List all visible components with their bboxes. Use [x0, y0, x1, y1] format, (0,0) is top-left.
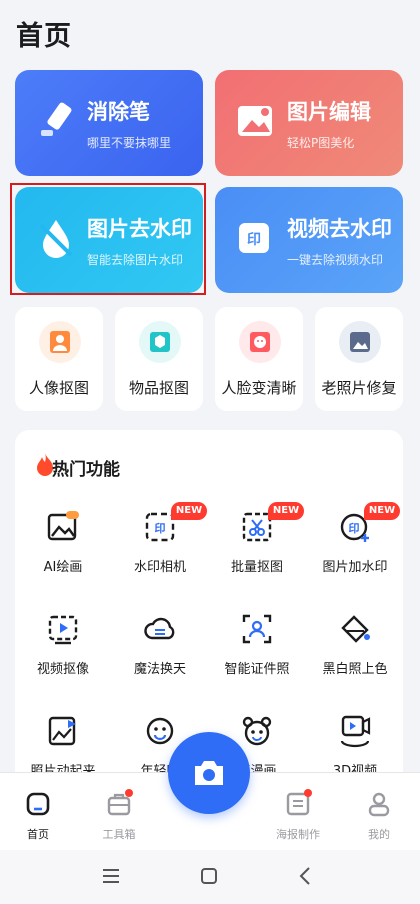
feature-video-cutout[interactable]: 视频抠像 [18, 612, 108, 702]
card-title: 消除笔 [87, 100, 150, 124]
quick-tool-label: 人像抠图 [28, 379, 89, 397]
old-photo-restore-icon [339, 321, 381, 363]
ai-paint-icon [47, 511, 79, 541]
feature-label: 智能证件照 [224, 662, 290, 677]
new-badge: NEW [268, 502, 304, 520]
portrait-cutout-icon [39, 321, 81, 363]
image-edit-icon [238, 106, 272, 136]
object-cutout-icon [139, 321, 181, 363]
eraser-pen-card[interactable]: 消除笔 哪里不要抹哪里 [15, 70, 203, 176]
quick-tool-label: 人脸变清晰 [221, 379, 297, 397]
recent-apps-icon[interactable] [101, 867, 121, 885]
feature-colorize[interactable]: 黑白照上色 [310, 612, 400, 702]
nav-toolbox[interactable]: 工具箱 [84, 790, 154, 842]
system-nav-bar [0, 850, 420, 904]
svg-text:印: 印 [247, 231, 261, 248]
quick-tool-portrait-cutout[interactable]: 人像抠图 [15, 307, 103, 411]
nav-label: 我的 [368, 828, 390, 841]
home-system-icon[interactable] [200, 867, 218, 885]
image-watermark-remove-card[interactable]: 图片去水印 智能去除图片水印 [15, 187, 203, 293]
id-photo-icon [242, 614, 272, 644]
card-subtitle: 哪里不要抹哪里 [87, 136, 172, 150]
card-subtitle: 智能去除图片水印 [87, 253, 184, 267]
new-badge: NEW [364, 502, 400, 520]
video-watermark-remove-card[interactable]: 印 视频去水印 一键去除视频水印 [215, 187, 403, 293]
cartoon-icon [242, 716, 272, 746]
sky-replace-icon [144, 617, 175, 640]
home-icon [26, 792, 50, 816]
svg-text:印: 印 [349, 522, 360, 535]
svg-text:印: 印 [155, 522, 166, 535]
nav-label: 工具箱 [102, 828, 136, 841]
feature-label: 水印相机 [133, 560, 186, 575]
profile-icon [368, 792, 390, 817]
video-watermark-remove-icon: 印 [239, 223, 269, 253]
notification-dot [304, 789, 312, 797]
feature-label: 魔法换天 [133, 662, 186, 677]
card-subtitle: 轻松P图美化 [287, 136, 355, 150]
quick-tool-object-cutout[interactable]: 物品抠图 [115, 307, 203, 411]
young-face-icon [146, 717, 174, 745]
image-watermark-remove-icon [39, 220, 73, 258]
camera-icon [195, 761, 223, 785]
quick-tool-face-enhance[interactable]: 人脸变清晰 [215, 307, 303, 411]
feature-sky-replace[interactable]: 魔法换天 [115, 612, 205, 702]
feature-label: AI绘画 [43, 560, 83, 575]
camera-button[interactable] [168, 732, 250, 814]
quick-tool-label: 老照片修复 [321, 379, 397, 397]
3d-video-icon [340, 715, 371, 748]
feature-id-photo[interactable]: 智能证件照 [212, 612, 302, 702]
page-title: 首页 [16, 21, 72, 52]
feature-label: 黑白照上色 [322, 662, 388, 677]
hot-features-title: 热门功能 [52, 460, 120, 480]
card-subtitle: 一键去除视频水印 [287, 253, 384, 267]
back-icon[interactable] [298, 866, 312, 886]
feature-label: 批量抠图 [230, 560, 283, 575]
feature-watermark-camera[interactable]: 印 NEW 水印相机 [115, 502, 207, 600]
card-title: 图片去水印 [87, 217, 192, 241]
feature-add-watermark[interactable]: 印 NEW 图片加水印 [310, 502, 400, 600]
face-enhance-icon [239, 321, 281, 363]
nav-profile[interactable]: 我的 [344, 790, 414, 842]
video-cutout-icon [48, 615, 78, 645]
new-badge: NEW [171, 502, 207, 520]
eraser-pen-icon [41, 102, 72, 136]
photo-animate-icon [48, 716, 76, 746]
feature-ai-paint[interactable]: AI绘画 [18, 510, 108, 600]
feature-batch-cutout[interactable]: NEW 批量抠图 [212, 502, 304, 600]
notification-dot [125, 789, 133, 797]
card-title: 视频去水印 [287, 217, 392, 241]
nav-label: 海报制作 [276, 828, 320, 841]
colorize-icon [341, 615, 370, 643]
image-edit-card[interactable]: 图片编辑 轻松P图美化 [215, 70, 403, 176]
nav-home[interactable]: 首页 [3, 790, 73, 842]
card-title: 图片编辑 [287, 100, 371, 124]
nav-poster[interactable]: 海报制作 [263, 790, 333, 842]
feature-label: 视频抠像 [36, 662, 89, 677]
feature-label: 图片加水印 [322, 560, 388, 575]
nav-label: 首页 [27, 828, 49, 841]
quick-tool-label: 物品抠图 [128, 379, 189, 397]
quick-tool-old-photo-restore[interactable]: 老照片修复 [315, 307, 403, 411]
